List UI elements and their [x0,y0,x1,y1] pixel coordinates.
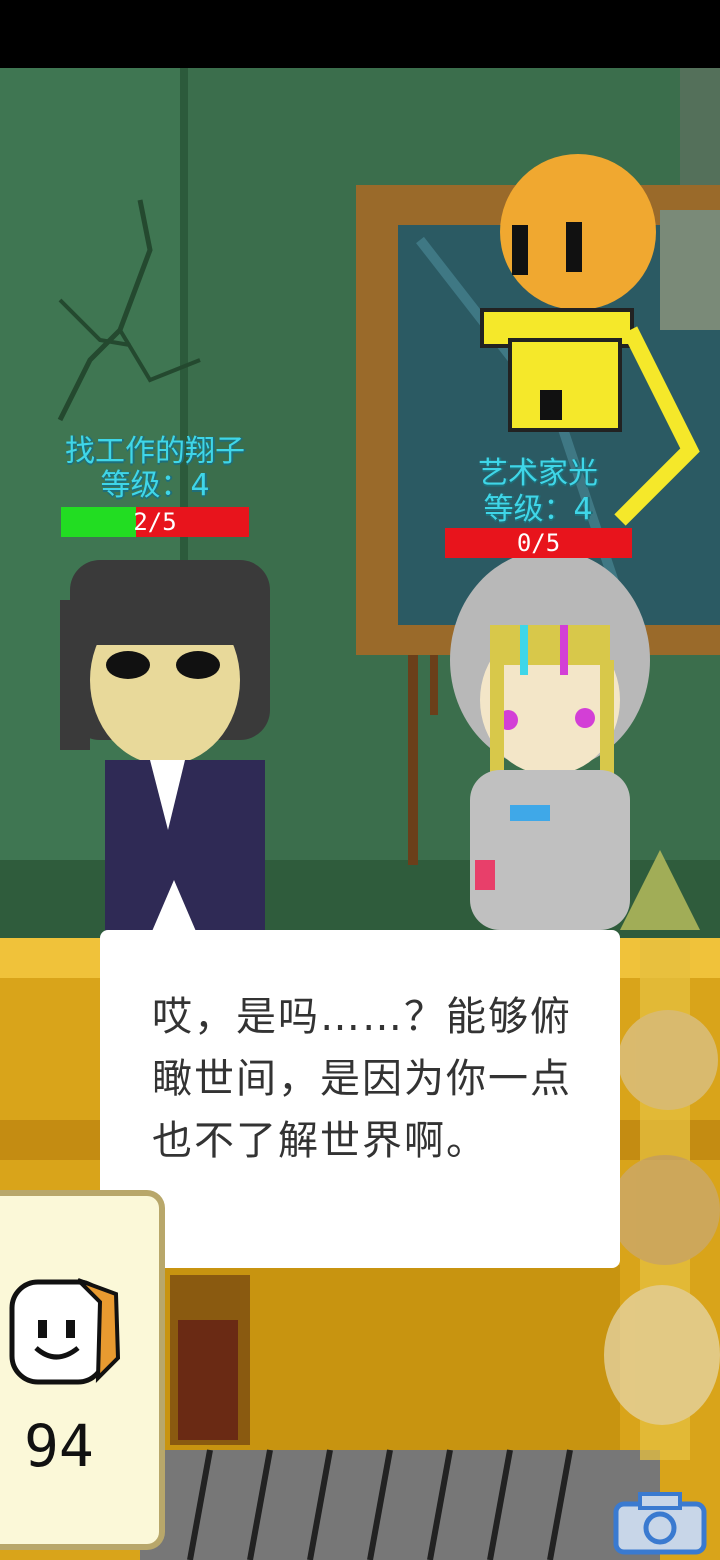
character-1-name: 找工作的翔子 [65,434,245,469]
dialog-text: 哎，是吗……？能够俯瞰世间，是因为你一点也不了解世界啊。 [152,994,572,1164]
dialog-bubble[interactable]: 哎，是吗……？能够俯瞰世间，是因为你一点也不了解世界啊。 [100,930,620,1268]
character-2-hp-bar: 0/5 [445,528,632,558]
bread-icon [9,1278,121,1385]
bread-count: 94 [24,1412,94,1480]
character-2-hp-text: 0/5 [516,529,561,557]
character-2-level: 等级：4 [483,492,593,527]
character-1-hp-bar: 2/5 [61,507,249,537]
character-2-name: 艺术家光 [478,456,598,491]
character-1-level: 等级：4 [100,468,210,503]
dialog-tail [150,880,198,936]
character-1-hp-fill [61,507,137,537]
camera-icon[interactable] [610,1490,710,1556]
character-1-hp-text: 2/5 [133,508,177,536]
